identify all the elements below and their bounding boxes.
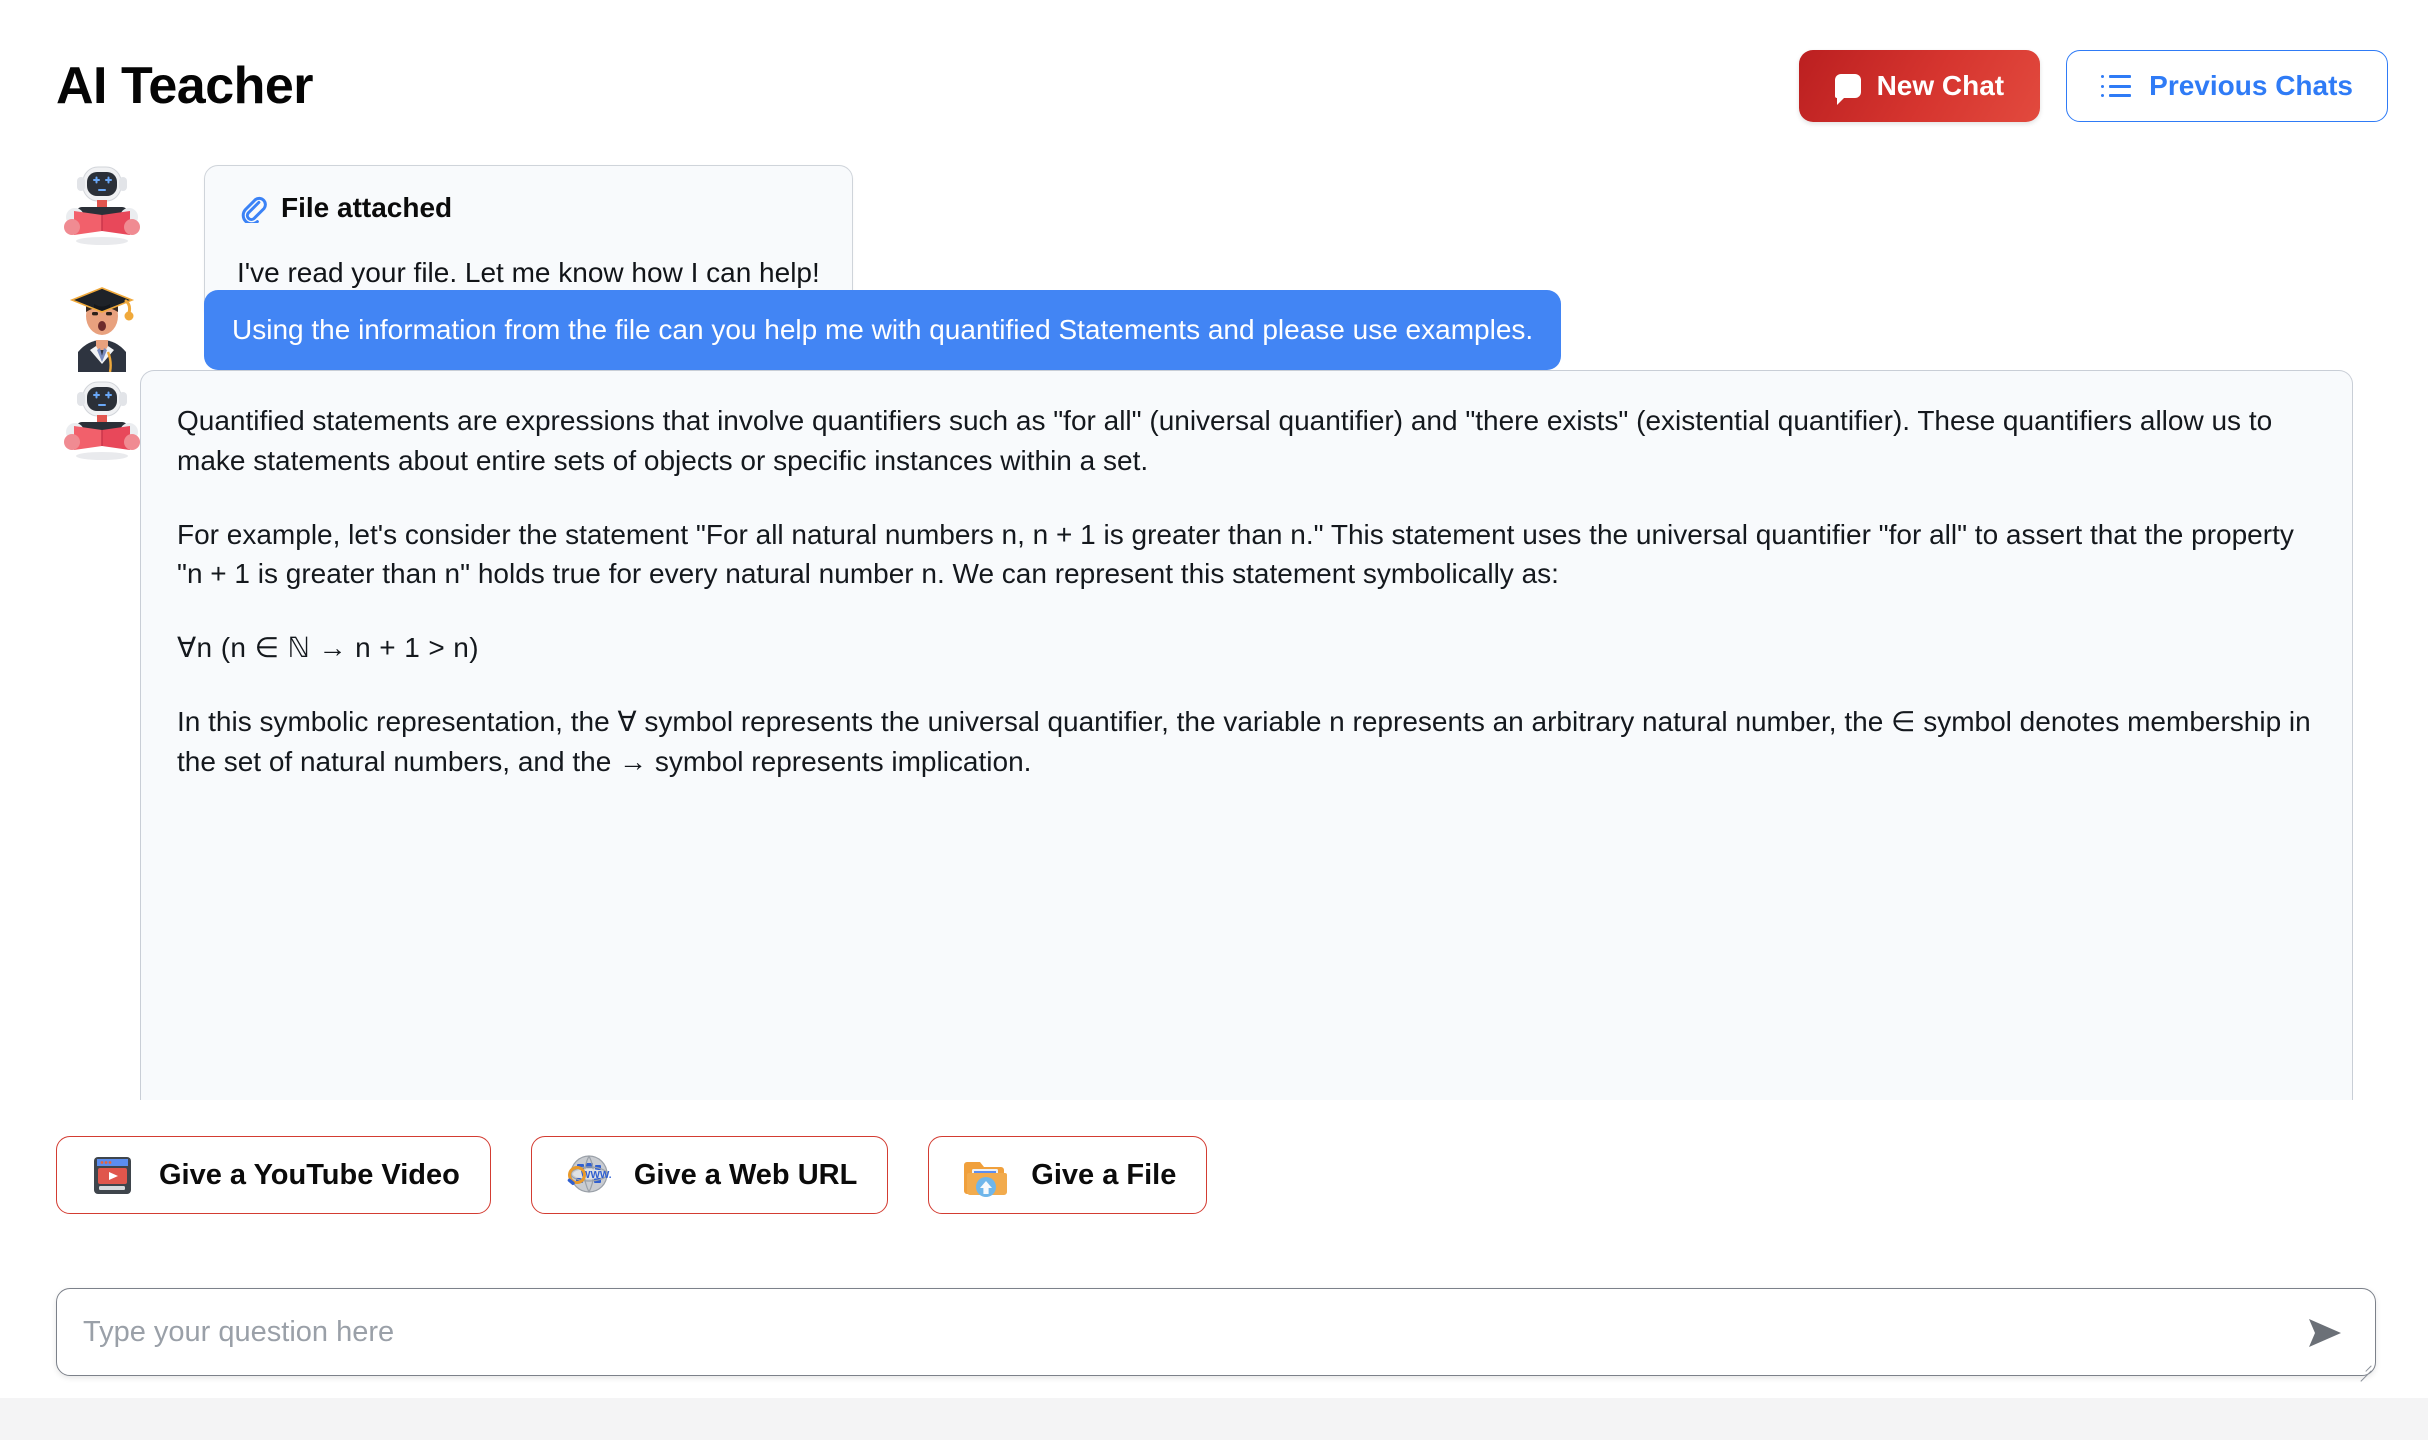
assistant-response-panel: Quantified statements are expressions th… [140,370,2353,1100]
give-youtube-video-label: Give a YouTube Video [159,1158,460,1191]
previous-chats-label: Previous Chats [2149,70,2353,101]
chat-scroll-area[interactable]: File attached I've read your file. Let m… [0,155,2428,1100]
web-globe-icon: WWW. [567,1155,612,1193]
robot-reading-book-avatar [56,370,148,462]
window-bottom-strip [0,1398,2428,1440]
response-paragraph: For example, let's consider the statemen… [177,518,2294,590]
new-chat-button[interactable]: New Chat [1798,50,2041,122]
user-bubble: Using the information from the file can … [204,290,1562,371]
textarea-resize-handle[interactable] [2356,1356,2372,1372]
app-header: AI Teacher New Chat Previous Chats [0,0,2428,155]
question-input[interactable] [81,1289,2281,1375]
message-user: Using the information from the file can … [56,280,1562,372]
response-paragraph: In this symbolic representation, the ∀ s… [177,705,2311,777]
file-attached-row: File attached [237,192,820,224]
header-actions: New Chat Previous Chats [1798,50,2388,122]
composer[interactable] [56,1288,2376,1376]
graduate-student-avatar [56,280,148,372]
give-file-button[interactable]: Give a File [928,1136,1208,1214]
new-chat-label: New Chat [1876,70,2005,101]
give-file-label: Give a File [1031,1158,1177,1191]
youtube-video-icon [94,1157,131,1194]
give-youtube-video-button[interactable]: Give a YouTube Video [56,1136,491,1214]
message-assistant-response-avatar [56,370,148,462]
give-web-url-button[interactable]: WWW. Give a Web URL [530,1136,889,1214]
page-title: AI Teacher [56,57,314,115]
robot-reading-book-avatar [56,155,148,247]
send-button[interactable] [2301,1311,2349,1355]
user-message-text: Using the information from the file can … [232,314,1534,345]
response-paragraph: Quantified statements are expressions th… [177,405,2273,476]
response-formula: ∀n (n ∈ ℕ → n + 1 > n) [177,632,479,663]
paperclip-icon [241,196,267,223]
folder-upload-icon [964,1162,1008,1197]
send-arrow-icon [2309,1319,2341,1347]
previous-chats-button[interactable]: Previous Chats [2066,50,2388,122]
speech-bubble-icon [1834,74,1861,105]
app-root: AI Teacher New Chat Previous Chats File … [0,0,2428,1440]
give-web-url-label: Give a Web URL [633,1158,858,1191]
source-input-buttons: Give a YouTube Video WWW. Give a Web URL… [56,1136,1208,1214]
list-icon [2101,74,2132,98]
file-attached-label: File attached [281,192,453,223]
